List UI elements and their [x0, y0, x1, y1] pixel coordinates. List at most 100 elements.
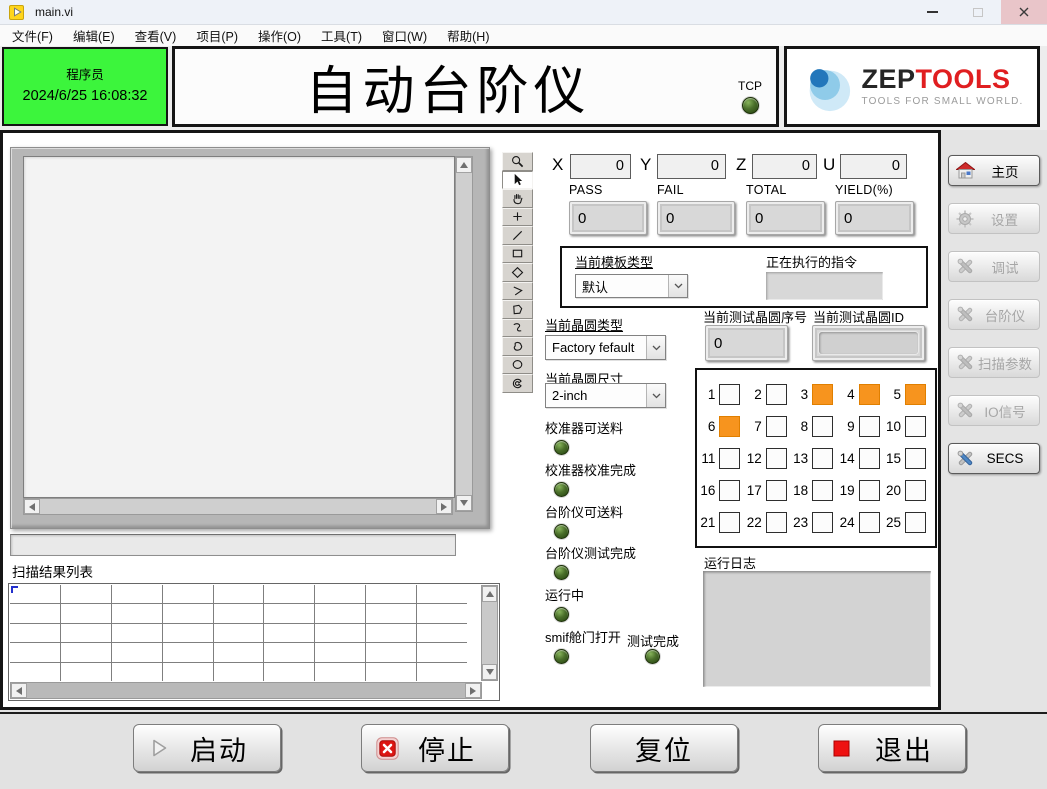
wafer-checkbox-15[interactable]	[905, 448, 926, 469]
table-cell[interactable]	[61, 624, 111, 642]
minimize-button[interactable]	[909, 0, 955, 24]
table-vertical-scrollbar[interactable]	[481, 585, 498, 681]
scroll-up-button[interactable]	[456, 157, 472, 173]
table-cell[interactable]	[417, 643, 467, 661]
scroll-down-button[interactable]	[482, 664, 497, 680]
table-cell[interactable]	[10, 663, 60, 681]
table-cell[interactable]	[264, 604, 314, 622]
table-cell[interactable]	[10, 643, 60, 661]
table-cell[interactable]	[366, 604, 416, 622]
table-horizontal-scrollbar[interactable]	[10, 682, 482, 699]
sidebar-button-主页[interactable]: 主页	[948, 155, 1040, 186]
x-axis-field[interactable]: 0	[570, 154, 631, 179]
table-cell[interactable]	[264, 663, 314, 681]
menu-item-1[interactable]: 文件(F)	[2, 24, 63, 47]
table-cell[interactable]	[163, 624, 213, 642]
image-vertical-scrollbar[interactable]	[455, 156, 473, 512]
tool-zoom-magnifier-icon[interactable]	[502, 152, 533, 171]
wafer-checkbox-12[interactable]	[766, 448, 787, 469]
tool-freehand-line-icon[interactable]	[502, 319, 533, 338]
u-axis-field[interactable]: 0	[840, 154, 907, 179]
wafer-checkbox-19[interactable]	[859, 480, 880, 501]
wafer-checkbox-17[interactable]	[766, 480, 787, 501]
menu-item-8[interactable]: 帮助(H)	[437, 24, 499, 47]
table-cell[interactable]	[315, 624, 365, 642]
table-cell[interactable]	[417, 604, 467, 622]
table-cell[interactable]	[315, 643, 365, 661]
table-cell[interactable]	[214, 643, 264, 661]
table-cell[interactable]	[315, 663, 365, 681]
wafer-type-dropdown[interactable]: Factory fefault	[545, 335, 666, 360]
wafer-checkbox-16[interactable]	[719, 480, 740, 501]
wafer-checkbox-14[interactable]	[859, 448, 880, 469]
table-cell[interactable]	[366, 585, 416, 603]
menu-item-7[interactable]: 窗口(W)	[372, 24, 437, 47]
wafer-checkbox-18[interactable]	[812, 480, 833, 501]
table-cell[interactable]	[214, 624, 264, 642]
wafer-checkbox-25[interactable]	[905, 512, 926, 533]
tool-polygon-icon[interactable]	[502, 300, 533, 319]
table-cell[interactable]	[61, 604, 111, 622]
menu-item-6[interactable]: 工具(T)	[311, 24, 372, 47]
wafer-checkbox-3[interactable]	[812, 384, 833, 405]
table-cell[interactable]	[214, 604, 264, 622]
wafer-checkbox-2[interactable]	[766, 384, 787, 405]
scroll-right-button[interactable]	[465, 683, 481, 698]
sidebar-button-SECS[interactable]: SECS	[948, 443, 1040, 474]
table-cell[interactable]	[163, 585, 213, 603]
wafer-checkbox-5[interactable]	[905, 384, 926, 405]
sidebar-button-台阶仪[interactable]: 台阶仪	[948, 299, 1040, 330]
template-type-dropdown[interactable]: 默认	[575, 274, 688, 298]
image-horizontal-scrollbar[interactable]	[23, 498, 453, 515]
wafer-size-dropdown[interactable]: 2-inch	[545, 383, 666, 408]
tool-annulus-icon[interactable]	[502, 374, 533, 393]
table-cell[interactable]	[417, 624, 467, 642]
sidebar-button-扫描参数[interactable]: 扫描参数	[948, 347, 1040, 378]
tool-pan-hand-icon[interactable]	[502, 189, 533, 208]
table-cell[interactable]	[61, 663, 111, 681]
scroll-left-button[interactable]	[24, 499, 40, 514]
table-cell[interactable]	[214, 585, 264, 603]
table-cell[interactable]	[112, 604, 162, 622]
wafer-checkbox-10[interactable]	[905, 416, 926, 437]
menu-item-5[interactable]: 操作(O)	[248, 24, 311, 47]
scan-status-field[interactable]	[10, 534, 456, 556]
tool-freehand-region-icon[interactable]	[502, 337, 533, 356]
maximize-button[interactable]	[955, 0, 1001, 24]
table-cell[interactable]	[163, 663, 213, 681]
tool-line-icon[interactable]	[502, 226, 533, 245]
tool-rectangle-icon[interactable]	[502, 245, 533, 264]
table-cell[interactable]	[417, 585, 467, 603]
wafer-checkbox-22[interactable]	[766, 512, 787, 533]
wafer-checkbox-1[interactable]	[719, 384, 740, 405]
table-cell[interactable]	[163, 604, 213, 622]
table-cell[interactable]	[315, 604, 365, 622]
table-cell[interactable]	[366, 663, 416, 681]
footer-button-启动[interactable]: 启动	[133, 724, 281, 772]
table-cell[interactable]	[61, 643, 111, 661]
table-cell[interactable]	[214, 663, 264, 681]
wafer-checkbox-13[interactable]	[812, 448, 833, 469]
table-cell[interactable]	[264, 585, 314, 603]
tool-cursor-arrow-icon[interactable]	[502, 171, 533, 190]
sidebar-button-IO信号[interactable]: IO信号	[948, 395, 1040, 426]
scroll-left-button[interactable]	[11, 683, 27, 698]
image-canvas[interactable]	[23, 156, 455, 498]
table-cell[interactable]	[112, 643, 162, 661]
table-cell[interactable]	[264, 624, 314, 642]
table-cell[interactable]	[366, 643, 416, 661]
table-cell[interactable]	[264, 643, 314, 661]
footer-button-退出[interactable]: 退出	[818, 724, 966, 772]
table-cell[interactable]	[112, 585, 162, 603]
table-cell[interactable]	[112, 663, 162, 681]
table-cell[interactable]	[61, 585, 111, 603]
table-cell[interactable]	[366, 624, 416, 642]
y-axis-field[interactable]: 0	[657, 154, 726, 179]
scroll-right-button[interactable]	[436, 499, 452, 514]
wafer-checkbox-8[interactable]	[812, 416, 833, 437]
scroll-up-button[interactable]	[482, 586, 497, 602]
wafer-checkbox-24[interactable]	[859, 512, 880, 533]
table-cell[interactable]	[417, 663, 467, 681]
table-cell[interactable]	[315, 585, 365, 603]
menu-item-2[interactable]: 编辑(E)	[63, 24, 125, 47]
